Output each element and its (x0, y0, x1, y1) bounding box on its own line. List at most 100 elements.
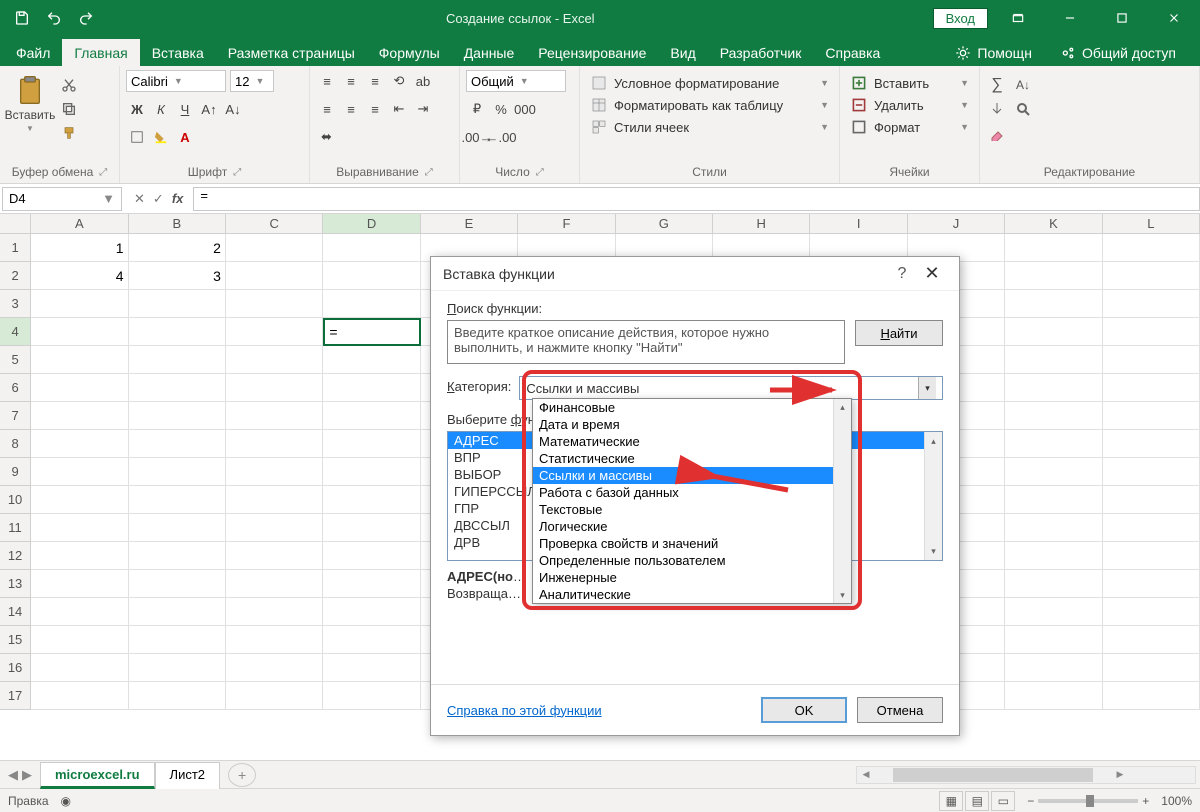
cell[interactable] (129, 570, 226, 598)
align-right-icon[interactable]: ≡ (364, 98, 386, 120)
select-all-corner[interactable] (0, 214, 31, 233)
cell[interactable]: = (323, 318, 420, 346)
fill-color-icon[interactable] (150, 126, 172, 148)
cell[interactable] (1103, 374, 1200, 402)
find-button[interactable]: Найти (855, 320, 943, 346)
increase-font-icon[interactable]: A↑ (198, 98, 220, 120)
cell[interactable] (31, 458, 128, 486)
formula-cancel-icon[interactable]: ✕ (134, 191, 145, 207)
cell[interactable] (1005, 374, 1102, 402)
row-header[interactable]: 11 (0, 514, 31, 542)
cell[interactable] (1103, 234, 1200, 262)
formula-confirm-icon[interactable]: ✓ (153, 191, 164, 207)
cell[interactable]: 3 (129, 262, 226, 290)
cell[interactable] (323, 542, 420, 570)
page-layout-view-icon[interactable]: ▤ (965, 791, 989, 811)
cell[interactable] (226, 598, 323, 626)
cell[interactable] (31, 486, 128, 514)
redo-icon[interactable] (72, 4, 100, 32)
cell[interactable] (226, 682, 323, 710)
cell[interactable] (31, 430, 128, 458)
search-input[interactable]: Введите краткое описание действия, котор… (447, 320, 845, 364)
close-icon[interactable] (1152, 0, 1196, 36)
launcher-icon[interactable]: ⤢ (233, 167, 241, 178)
scrollbar[interactable]: ▴▾ (833, 399, 851, 603)
delete-cells-button[interactable]: Удалить▼ (846, 96, 973, 114)
cell[interactable] (31, 570, 128, 598)
help-link[interactable]: Справка по этой функции (447, 703, 602, 718)
cell[interactable] (323, 346, 420, 374)
cell[interactable] (31, 346, 128, 374)
number-format-combo[interactable]: Общий▼ (466, 70, 566, 92)
row-header[interactable]: 13 (0, 570, 31, 598)
prev-sheet-icon[interactable]: ◀ (8, 767, 18, 783)
conditional-format-button[interactable]: Условное форматирование▼ (586, 74, 833, 92)
scrollbar[interactable]: ▴▾ (924, 432, 942, 560)
signin-button[interactable]: Вход (933, 8, 988, 29)
tab-Рецензирование[interactable]: Рецензирование (526, 39, 658, 66)
sort-filter-icon[interactable]: A↓ (1012, 76, 1034, 94)
cell[interactable] (1103, 570, 1200, 598)
fx-icon[interactable]: fx (172, 191, 184, 206)
cell[interactable] (323, 458, 420, 486)
row-header[interactable]: 3 (0, 290, 31, 318)
cell[interactable] (1103, 290, 1200, 318)
cell[interactable] (1005, 402, 1102, 430)
col-header[interactable]: L (1103, 214, 1200, 233)
cell[interactable] (323, 430, 420, 458)
formula-input[interactable]: = (193, 187, 1200, 211)
border-icon[interactable] (126, 126, 148, 148)
cell[interactable] (129, 290, 226, 318)
col-header[interactable]: B (129, 214, 226, 233)
fill-icon[interactable] (986, 100, 1008, 118)
cell[interactable] (323, 374, 420, 402)
launcher-icon[interactable]: ⤢ (536, 167, 544, 178)
cell[interactable] (1103, 262, 1200, 290)
cell[interactable] (1103, 626, 1200, 654)
cell[interactable] (1005, 514, 1102, 542)
tab-Разработчик[interactable]: Разработчик (708, 39, 814, 66)
category-option[interactable]: Работа с базой данных (533, 484, 851, 501)
format-as-table-button[interactable]: Форматировать как таблицу▼ (586, 96, 833, 114)
add-sheet-button[interactable]: + (228, 763, 256, 787)
cell[interactable] (129, 626, 226, 654)
currency-icon[interactable]: ₽ (466, 98, 488, 120)
cell[interactable] (1005, 430, 1102, 458)
col-header[interactable]: J (908, 214, 1005, 233)
cell[interactable] (1005, 290, 1102, 318)
cell[interactable] (1103, 682, 1200, 710)
font-size-combo[interactable]: 12▼ (230, 70, 274, 92)
align-center-icon[interactable]: ≡ (340, 98, 362, 120)
cell[interactable] (323, 570, 420, 598)
cell[interactable] (226, 514, 323, 542)
cell[interactable] (1103, 542, 1200, 570)
row-header[interactable]: 7 (0, 402, 31, 430)
zoom-slider[interactable] (1038, 799, 1138, 803)
cell[interactable] (31, 542, 128, 570)
chevron-down-icon[interactable]: ▾ (918, 377, 936, 399)
col-header[interactable]: H (713, 214, 810, 233)
row-header[interactable]: 8 (0, 430, 31, 458)
sheet-tab[interactable]: microexcel.ru (40, 762, 155, 789)
cell[interactable] (129, 318, 226, 346)
cell[interactable] (1005, 346, 1102, 374)
tab-Справка[interactable]: Справка (813, 39, 892, 66)
cell[interactable] (129, 346, 226, 374)
share-button[interactable]: Общий доступ (1048, 39, 1188, 66)
cell[interactable] (226, 346, 323, 374)
col-header[interactable]: F (518, 214, 615, 233)
font-color-icon[interactable]: A (174, 126, 196, 148)
tab-Данные[interactable]: Данные (452, 39, 527, 66)
align-bottom-icon[interactable]: ≡ (364, 70, 386, 92)
cell[interactable] (1005, 598, 1102, 626)
tab-Вид[interactable]: Вид (658, 39, 707, 66)
cell[interactable] (226, 430, 323, 458)
row-header[interactable]: 10 (0, 486, 31, 514)
cell[interactable] (226, 542, 323, 570)
cell[interactable] (226, 654, 323, 682)
cut-icon[interactable] (58, 76, 80, 94)
ribbon-options-icon[interactable] (996, 0, 1040, 36)
cell[interactable]: 4 (31, 262, 128, 290)
wrap-text-icon[interactable]: ab (412, 70, 434, 92)
cell[interactable] (31, 374, 128, 402)
